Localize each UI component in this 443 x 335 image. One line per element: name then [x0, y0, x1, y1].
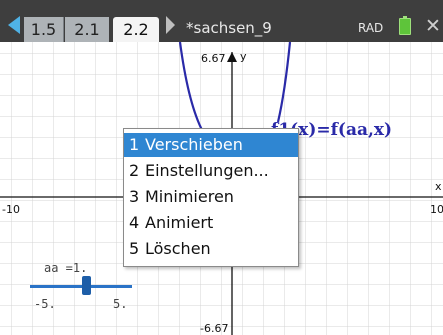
- menu-item-number: 2: [129, 161, 140, 180]
- angle-mode-indicator: RAD: [358, 21, 384, 35]
- y-max-label: 6.67: [201, 52, 226, 65]
- tab-bar: 1.5 2.1 2.2 *sachsen_9 RAD ✕: [0, 0, 443, 42]
- context-menu: 1 Verschieben 2 Einstellungen... 3 Minim…: [123, 128, 299, 267]
- slider-track[interactable]: [30, 285, 132, 288]
- menu-item-number: 4: [129, 213, 140, 232]
- menu-item-label: Animiert: [145, 213, 214, 232]
- menu-item-number: 3: [129, 187, 140, 206]
- slider-max-label: 5.: [113, 297, 128, 311]
- menu-item-minimieren[interactable]: 3 Minimieren: [124, 185, 298, 209]
- slider-handle[interactable]: [82, 276, 92, 295]
- tab-2-1[interactable]: 2.1: [65, 17, 109, 42]
- x-axis-name: x: [435, 180, 442, 193]
- document-title: *sachsen_9: [186, 19, 272, 37]
- menu-item-number: 1: [129, 135, 140, 154]
- menu-item-label: Minimieren: [145, 187, 234, 206]
- calculator-screen: 1.5 2.1 2.2 *sachsen_9 RAD ✕ 6.67 y -6.6…: [0, 0, 443, 335]
- tab-1-5[interactable]: 1.5: [24, 17, 64, 42]
- tab-2-2[interactable]: 2.2: [113, 17, 159, 42]
- menu-item-animiert[interactable]: 4 Animiert: [124, 211, 298, 235]
- menu-item-einstellungen[interactable]: 2 Einstellungen...: [124, 159, 298, 183]
- x-max-label: 10: [430, 203, 443, 216]
- menu-item-loeschen[interactable]: 5 Löschen: [124, 237, 298, 261]
- y-axis-name: y: [240, 50, 247, 63]
- arrow-left-icon[interactable]: [8, 16, 20, 34]
- x-min-label: -10: [2, 203, 20, 216]
- arrow-right-icon[interactable]: [166, 16, 175, 34]
- menu-item-label: Verschieben: [145, 135, 243, 154]
- y-min-label: -6.67: [200, 322, 228, 335]
- menu-item-label: Einstellungen...: [145, 161, 269, 180]
- battery-icon: [399, 16, 411, 35]
- slider-min-label: -5.: [34, 297, 56, 311]
- slider-label: aa =1.: [44, 261, 88, 275]
- menu-item-label: Löschen: [145, 239, 211, 258]
- close-icon[interactable]: ✕: [425, 15, 441, 37]
- menu-item-verschieben[interactable]: 1 Verschieben: [124, 133, 298, 157]
- menu-item-number: 5: [129, 239, 140, 258]
